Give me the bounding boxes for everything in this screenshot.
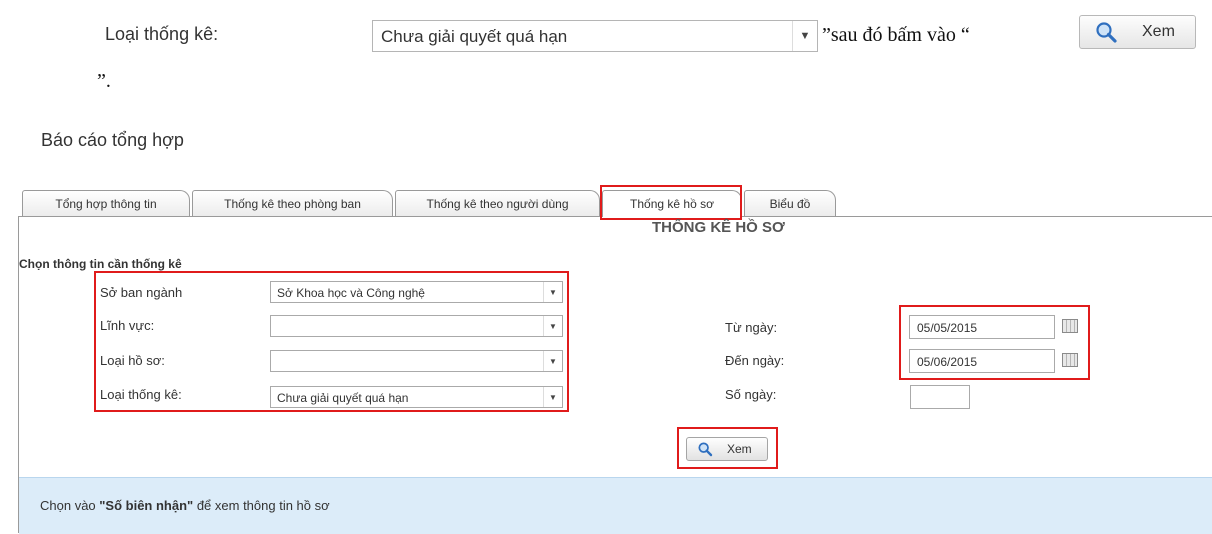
input-value: 05/06/2015 xyxy=(917,355,978,369)
tu-ngay-input[interactable]: 05/05/2015 xyxy=(909,315,1055,339)
select-loai-thong-ke[interactable]: Chưa giải quyết quá hạn ▼ xyxy=(270,386,563,408)
instruction-select[interactable]: Chưa giải quyết quá hạn ▼ xyxy=(372,20,818,52)
input-value: 05/05/2015 xyxy=(917,321,978,335)
info-bar: Chọn vào "Số biên nhận" để xem thông tin… xyxy=(19,477,1212,534)
label-so-ngay: Số ngày: xyxy=(725,387,777,402)
tab-bieu-do[interactable]: Biểu đồ xyxy=(744,190,836,216)
tab-thong-ke-phong-ban[interactable]: Thống kê theo phòng ban xyxy=(192,190,393,216)
label-loai-ho-so: Loại hồ sơ: xyxy=(100,353,165,368)
select-linh-vuc[interactable]: ▼ xyxy=(270,315,563,337)
select-value: Sở Khoa học và Công nghệ xyxy=(277,286,425,300)
label-linh-vuc: Lĩnh vực: xyxy=(100,318,155,333)
label-loai-thong-ke: Loại thống kê: xyxy=(100,387,182,402)
dropdown-arrow-icon: ▼ xyxy=(543,351,562,371)
den-ngay-input[interactable]: 05/06/2015 xyxy=(909,349,1055,373)
tab-thong-ke-nguoi-dung[interactable]: Thống kê theo người dùng xyxy=(395,190,600,216)
section-label: Chọn thông tin cần thống kê xyxy=(19,257,182,271)
dropdown-arrow-icon: ▼ xyxy=(543,282,562,302)
tab-label: Thống kê theo phòng ban xyxy=(224,196,361,211)
calendar-icon[interactable] xyxy=(1062,353,1078,367)
label-so-ban-nganh: Sở ban ngành xyxy=(100,285,183,300)
instruction-label: Loại thống kê: xyxy=(105,24,219,44)
section-heading: THỐNG KÊ HỒ SƠ xyxy=(652,219,785,236)
instruction-end: ”. xyxy=(97,70,111,92)
tab-label: Biểu đồ xyxy=(769,196,811,211)
instruction-select-value: Chưa giải quyết quá hạn xyxy=(381,27,568,46)
select-loai-ho-so[interactable]: ▼ xyxy=(270,350,563,372)
instruction-view-label: Xem xyxy=(1142,23,1175,40)
page-title: Báo cáo tổng hợp xyxy=(41,130,184,150)
tab-tong-hop-thong-tin[interactable]: Tổng hợp thông tin xyxy=(22,190,190,216)
dropdown-arrow-icon: ▼ xyxy=(543,387,562,407)
active-tab-highlight xyxy=(600,185,742,220)
info-highlight: "Số biên nhận" xyxy=(99,498,194,513)
calendar-icon[interactable] xyxy=(1062,319,1078,333)
select-value: Chưa giải quyết quá hạn xyxy=(277,391,409,405)
dropdown-arrow-icon: ▼ xyxy=(792,21,817,51)
magnifier-icon xyxy=(1096,22,1117,43)
tab-label: Thống kê theo người dùng xyxy=(426,196,569,211)
instruction-view-button[interactable]: Xem xyxy=(1079,15,1196,49)
select-so-ban-nganh[interactable]: Sở Khoa học và Công nghệ ▼ xyxy=(270,281,563,303)
view-button[interactable]: Xem xyxy=(686,437,768,461)
info-prefix: Chọn vào xyxy=(40,498,100,513)
instruction-text: ”sau đó bấm vào “ xyxy=(822,24,970,46)
view-button-label: Xem xyxy=(727,442,752,456)
info-text: Chọn vào "Số biên nhận" để xem thông tin… xyxy=(40,498,330,513)
magnifier-icon xyxy=(698,442,713,457)
label-tu-ngay: Từ ngày: xyxy=(725,320,778,335)
info-suffix: để xem thông tin hồ sơ xyxy=(193,498,330,513)
dropdown-arrow-icon: ▼ xyxy=(543,316,562,336)
label-den-ngay: Đến ngày: xyxy=(725,353,785,368)
so-ngay-input[interactable] xyxy=(910,385,970,409)
tab-label: Tổng hợp thông tin xyxy=(55,196,157,211)
